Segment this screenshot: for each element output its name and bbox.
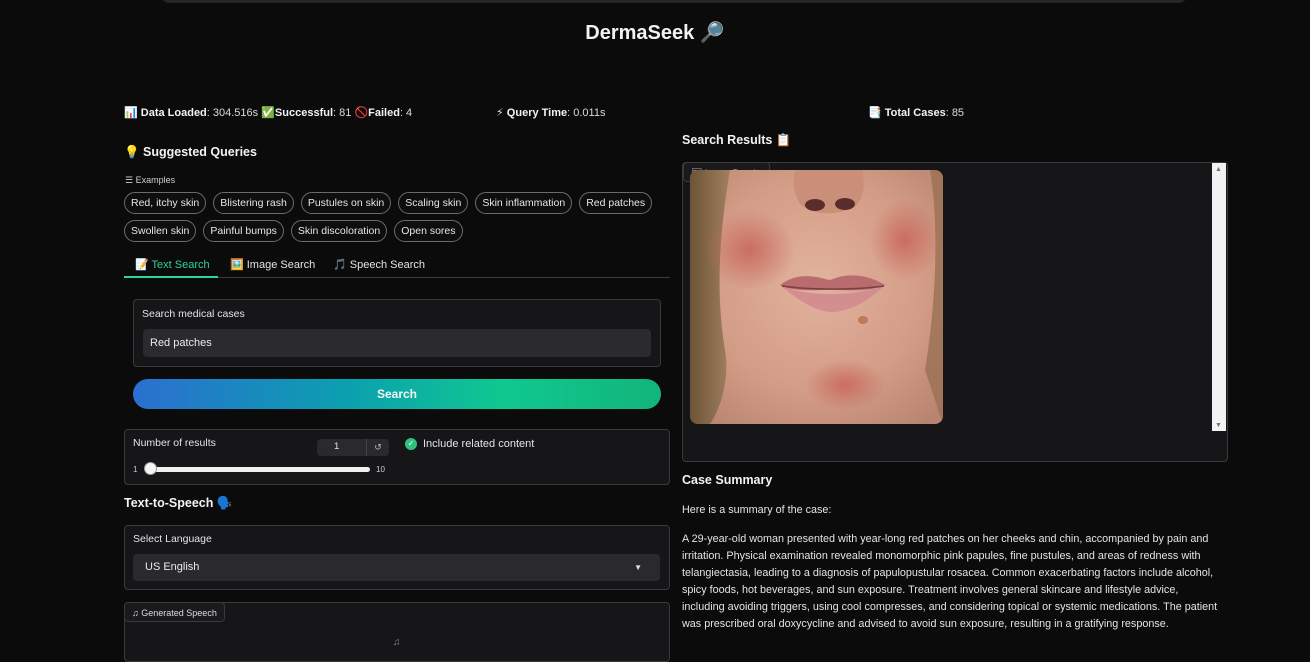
active-tab-indicator <box>124 276 218 278</box>
reset-icon[interactable]: ↺ <box>366 439 389 456</box>
check-icon: ✅ <box>261 107 275 119</box>
successful-value: : 81 <box>333 107 352 119</box>
slider-max: 10 <box>376 465 385 474</box>
result-image[interactable] <box>690 170 943 424</box>
query-time-label: Query Time <box>506 107 568 119</box>
lightning-icon: ⚡ <box>496 107 504 119</box>
chevron-down-icon: ▼ <box>634 563 642 572</box>
summary-intro: Here is a summary of the case: <box>682 504 832 516</box>
examples-row-1: Red, itchy skin Blistering rash Pustules… <box>124 192 653 214</box>
successful-label: Successful <box>274 107 334 119</box>
language-selected-value: US English <box>145 561 200 573</box>
search-input[interactable]: Red patches <box>143 329 651 357</box>
app-title: DermaSeek 🔎 <box>585 22 725 44</box>
generated-speech-tag: ♫ Generated Speech <box>124 602 225 622</box>
case-summary-title: Case Summary <box>682 473 773 487</box>
browser-top-bar <box>160 0 1188 3</box>
example-chip[interactable]: Pustules on skin <box>300 192 392 214</box>
data-loaded-value: : 304.516s <box>206 107 259 119</box>
example-chip[interactable]: Open sores <box>394 220 463 242</box>
scroll-up-icon[interactable]: ▲ <box>1215 166 1222 173</box>
number-of-results-label: Number of results <box>133 437 216 449</box>
list-icon: ☰ <box>125 175 134 185</box>
language-select[interactable]: US English ▼ <box>133 554 660 581</box>
examples-header: ☰ Examples <box>125 175 175 186</box>
load-stats: 📊 Data Loaded: 304.516s ✅Successful: 81 … <box>124 106 412 119</box>
include-related-label: Include related content <box>423 438 535 450</box>
tab-speech-search[interactable]: 🎵 Speech Search <box>333 258 425 271</box>
face-photo <box>690 170 943 424</box>
failed-value: : 4 <box>399 107 413 119</box>
example-chip[interactable]: Skin inflammation <box>475 192 573 214</box>
example-chip[interactable]: Painful bumps <box>203 220 284 242</box>
summary-body: A 29-year-old woman presented with year-… <box>682 533 1218 630</box>
examples-row-2: Swollen skin Painful bumps Skin discolor… <box>124 220 463 242</box>
total-cases-label: Total Cases <box>884 107 946 119</box>
music-note-icon: ♫ <box>132 608 139 618</box>
number-of-results-value: 1 <box>334 441 340 452</box>
audio-placeholder-icon: ♫ <box>393 637 401 648</box>
number-of-results-input[interactable]: 1 ↺ <box>317 439 389 456</box>
generated-speech-label: Generated Speech <box>141 608 217 618</box>
data-loaded-label: Data Loaded <box>140 107 207 119</box>
example-chip[interactable]: Skin discoloration <box>290 220 388 242</box>
number-of-results-slider[interactable] <box>150 467 370 472</box>
query-time-value: : 0.011s <box>567 107 606 119</box>
search-label: Search medical cases <box>142 308 245 320</box>
example-chip[interactable]: Red, itchy skin <box>124 192 207 214</box>
no-entry-icon: 🚫 <box>354 107 369 119</box>
document-icon: 📑 <box>868 107 882 119</box>
select-language-label: Select Language <box>133 533 212 545</box>
results-scrollbar[interactable]: ▲ ▼ <box>1212 163 1226 431</box>
suggested-queries-title: 💡 Suggested Queries <box>124 145 257 159</box>
examples-label: Examples <box>135 175 176 185</box>
chart-icon: 📊 <box>124 107 138 119</box>
tab-text-search[interactable]: 📝 Text Search <box>135 258 210 271</box>
query-stats: ⚡ Query Time: 0.011s <box>496 106 605 119</box>
example-chip[interactable]: Red patches <box>579 192 653 214</box>
total-cases-value: : 85 <box>945 107 965 119</box>
slider-min: 1 <box>133 465 138 474</box>
example-chip[interactable]: Swollen skin <box>124 220 197 242</box>
search-results-title: Search Results 📋 <box>682 133 792 147</box>
search-button[interactable]: Search <box>133 379 661 409</box>
include-related-checkbox[interactable]: ✓ <box>405 438 417 450</box>
scroll-down-icon[interactable]: ▼ <box>1215 422 1222 429</box>
failed-label: Failed <box>368 107 400 119</box>
example-chip[interactable]: Scaling skin <box>398 192 469 214</box>
tts-title: Text-to-Speech 🗣️ <box>124 496 233 510</box>
tab-image-search[interactable]: 🖼️ Image Search <box>230 258 315 271</box>
slider-handle[interactable] <box>144 462 157 475</box>
example-chip[interactable]: Blistering rash <box>213 192 294 214</box>
cases-stats: 📑 Total Cases: 85 <box>868 106 964 119</box>
search-tabs: 📝 Text Search 🖼️ Image Search 🎵 Speech S… <box>124 255 670 278</box>
